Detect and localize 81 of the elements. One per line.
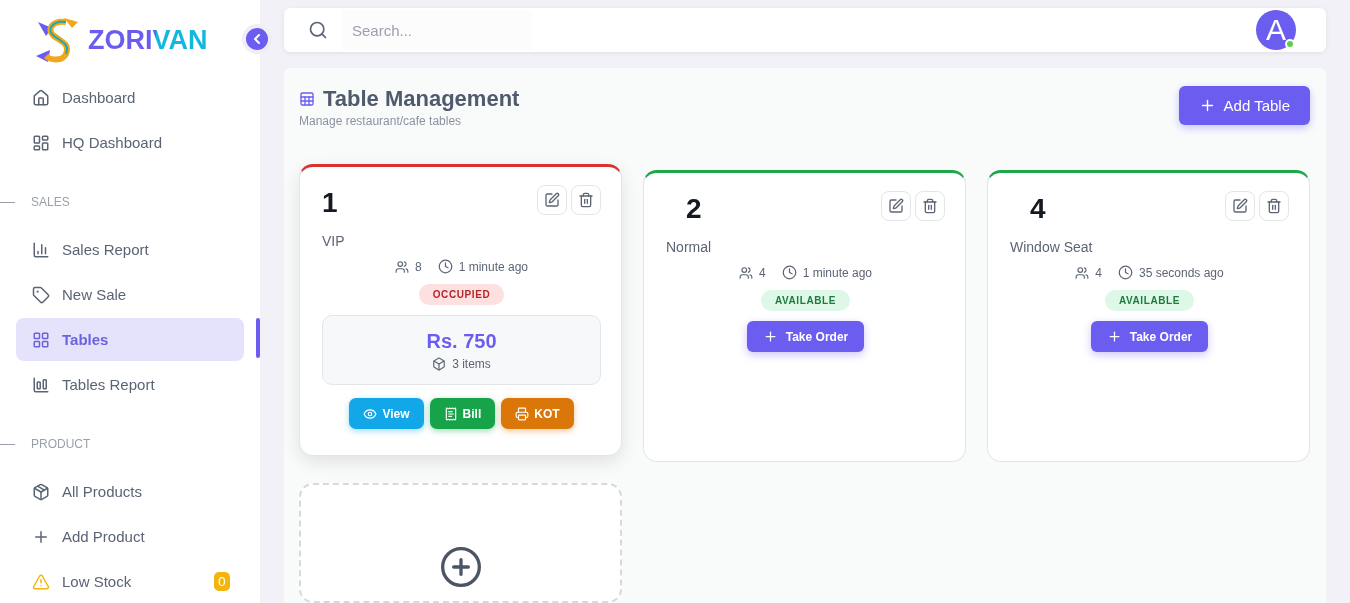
take-order-button[interactable]: Take Order <box>746 321 865 352</box>
receipt-icon <box>443 406 458 421</box>
delete-button[interactable] <box>571 185 601 215</box>
clock-icon <box>437 259 453 274</box>
page-title: Table Management <box>323 86 520 112</box>
table-number: 4 <box>1029 193 1046 225</box>
nav-item[interactable]: All Products <box>16 470 244 513</box>
status-badge: AVAILABLE <box>1104 290 1195 311</box>
nav-item[interactable]: New Sale <box>16 273 244 316</box>
nav-item[interactable]: Add Product <box>16 515 244 558</box>
nav-icon <box>32 375 50 394</box>
section-label: PRODUCT <box>31 437 91 451</box>
nav-label: All Products <box>62 483 144 500</box>
clock-icon <box>781 265 797 280</box>
guest-count: 8 <box>414 259 422 274</box>
delete-button[interactable] <box>1259 191 1289 221</box>
table-icon <box>299 91 315 107</box>
nav-label: Tables <box>62 331 110 348</box>
trash-icon <box>578 192 594 208</box>
nav-item[interactable]: Low Stock 0 <box>16 560 244 603</box>
nav-icon <box>32 285 50 304</box>
plus-icon <box>1106 329 1122 344</box>
table-type: Window Seat <box>1010 239 1094 255</box>
plus-icon <box>762 329 778 344</box>
active-indicator <box>256 318 260 358</box>
people-icon <box>394 259 409 274</box>
nav-label: Dashboard <box>62 89 137 106</box>
guest-count: 4 <box>1095 265 1102 280</box>
box-icon <box>432 356 447 371</box>
table-type: Normal <box>666 239 713 255</box>
nav-label: Add Product <box>62 528 146 545</box>
nav-item[interactable]: Dashboard <box>16 76 244 119</box>
nav-label: Sales Report <box>62 241 150 258</box>
search-icon <box>308 20 328 40</box>
time-ago: 1 minute ago <box>802 265 873 280</box>
status-badge: AVAILABLE <box>760 290 851 311</box>
time-ago: 1 minute ago <box>458 259 529 274</box>
add-table-button[interactable]: Add Table <box>1178 86 1310 125</box>
nav-item[interactable]: Sales Report <box>16 228 244 271</box>
nav-icon <box>32 240 50 259</box>
order-amount: Rs. 750 <box>426 329 497 353</box>
edit-icon <box>544 192 560 208</box>
status-badge: OCCUPIED <box>418 284 505 305</box>
trash-icon <box>1266 198 1282 214</box>
nav-label: Tables Report <box>62 376 156 393</box>
count-badge: 0 <box>213 572 230 591</box>
edit-button[interactable] <box>881 191 911 221</box>
item-count: 3 items <box>452 356 491 371</box>
guest-count: 4 <box>758 265 766 280</box>
take-order-button[interactable]: Take Order <box>1090 321 1209 352</box>
nav-icon <box>32 133 50 152</box>
clock-icon <box>1117 265 1133 280</box>
plus-circle-icon <box>438 545 483 589</box>
nav-icon <box>32 482 50 501</box>
trash-icon <box>922 198 938 214</box>
edit-icon <box>1232 198 1248 214</box>
nav-icon <box>32 572 50 591</box>
nav-label: New Sale <box>62 286 128 303</box>
printer-icon <box>515 406 530 421</box>
nav-item[interactable]: Tables Report <box>16 363 244 406</box>
people-icon <box>738 265 753 280</box>
edit-icon <box>888 198 904 214</box>
eye-icon <box>363 406 378 421</box>
nav-icon <box>32 330 50 349</box>
user-avatar[interactable]: A <box>1256 10 1296 50</box>
table-number: 1 <box>322 187 338 219</box>
delete-button[interactable] <box>915 191 945 221</box>
card-action-button[interactable]: Bill <box>429 398 496 429</box>
nav-icon <box>32 88 50 107</box>
table-type: VIP <box>322 233 346 249</box>
nav-label: Low Stock <box>62 573 133 590</box>
people-icon <box>1075 265 1090 280</box>
nav-label: HQ Dashboard <box>62 134 164 151</box>
edit-button[interactable] <box>537 185 567 215</box>
time-ago: 35 seconds ago <box>1138 265 1224 280</box>
section-label: SALES <box>31 195 70 209</box>
page-subtitle: Manage restaurant/cafe tables <box>299 114 463 128</box>
nav-item[interactable]: HQ Dashboard <box>16 121 244 164</box>
card-action-button[interactable]: KOT <box>501 398 574 429</box>
edit-button[interactable] <box>1225 191 1255 221</box>
table-number: 2 <box>685 193 702 225</box>
